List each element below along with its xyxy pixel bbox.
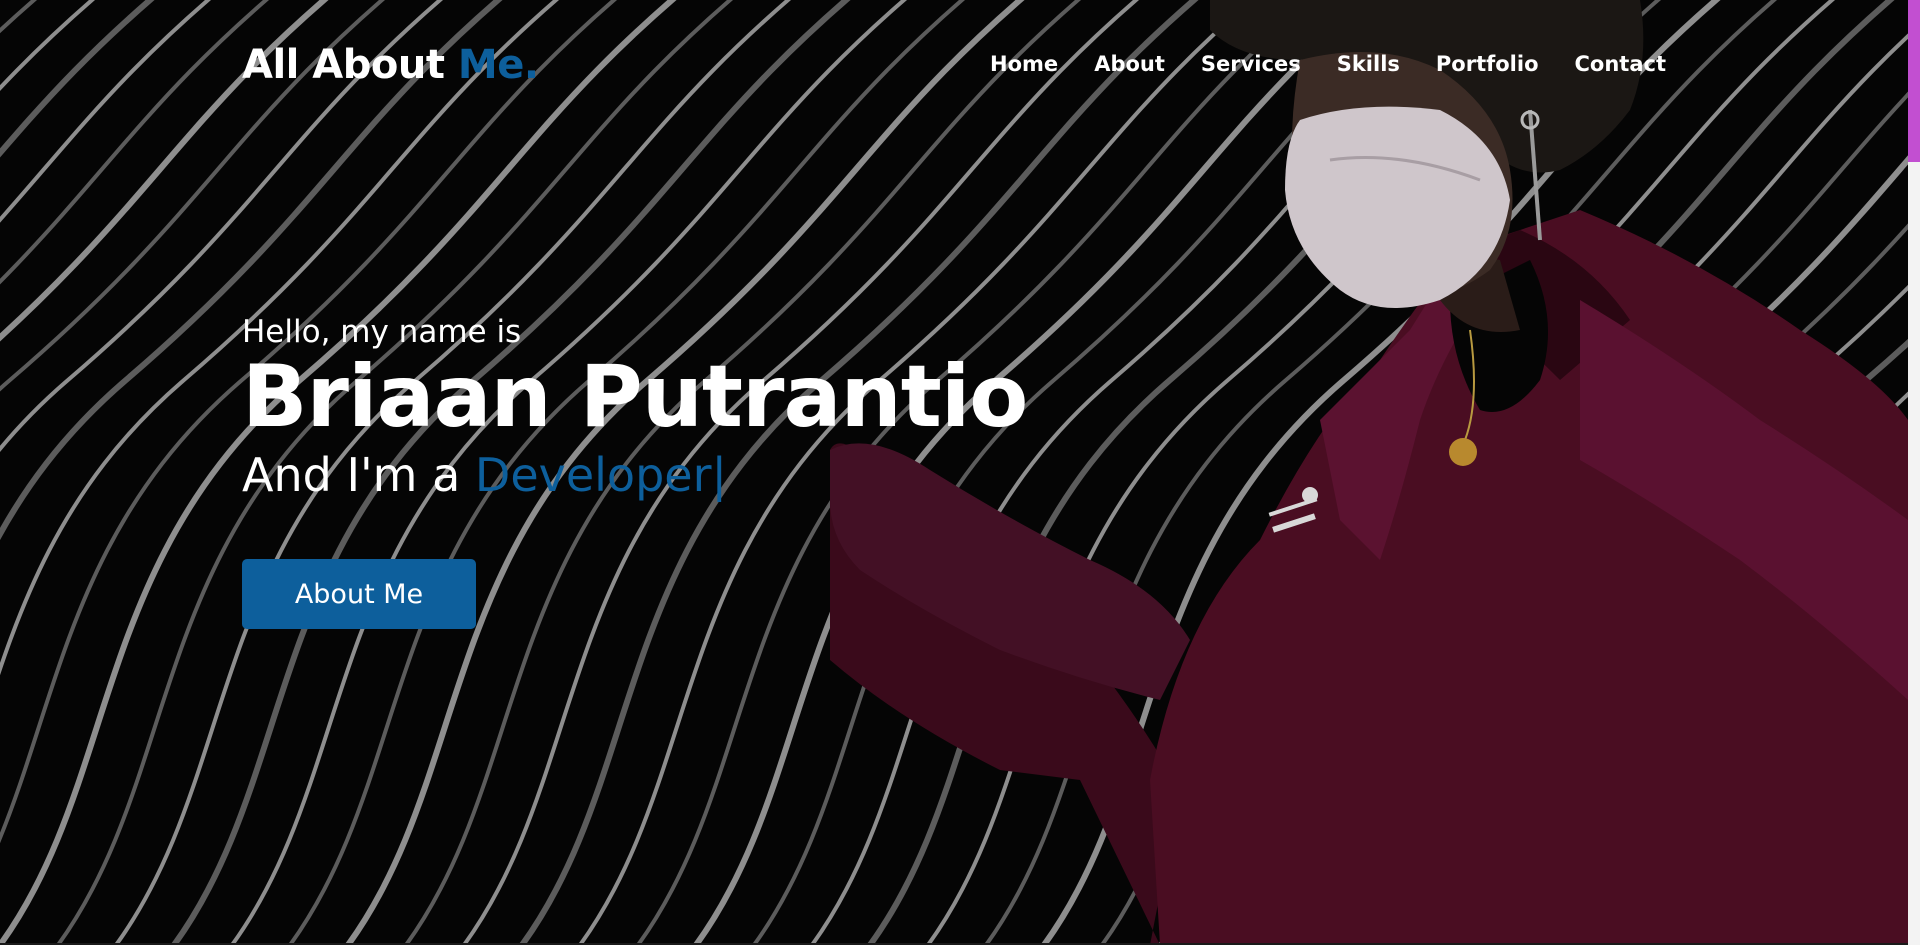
logo-text: All About: [242, 42, 458, 88]
nav-link-contact[interactable]: Contact: [1575, 52, 1667, 76]
navbar: All About Me. Home About Services Skills…: [242, 36, 1666, 96]
nav-link-portfolio[interactable]: Portfolio: [1436, 52, 1539, 76]
hero-name: Briaan Putrantio: [242, 347, 1028, 447]
nav-link-home[interactable]: Home: [990, 52, 1058, 76]
hero-greeting: Hello, my name is: [242, 314, 522, 350]
scrollbar-thumb[interactable]: [1908, 0, 1920, 162]
hero-role-line: And I'm a Developer|: [242, 448, 1027, 502]
site-logo[interactable]: All About Me.: [242, 42, 539, 88]
nav-link-skills[interactable]: Skills: [1337, 52, 1400, 76]
logo-accent-text: Me.: [457, 42, 539, 88]
hero-section: All About Me. Home About Services Skills…: [0, 0, 1908, 945]
hero-text-block: Hello, my name is Briaan Putrantio And I…: [242, 314, 1028, 502]
nav-link-services[interactable]: Services: [1201, 52, 1301, 76]
hero-role-prefix: And I'm a: [242, 448, 475, 503]
nav-menu: Home About Services Skills Portfolio Con…: [954, 52, 1666, 76]
hero-role-typed: Developer|: [474, 448, 727, 503]
nav-link-about[interactable]: About: [1094, 52, 1165, 76]
about-me-button[interactable]: About Me: [242, 559, 476, 629]
